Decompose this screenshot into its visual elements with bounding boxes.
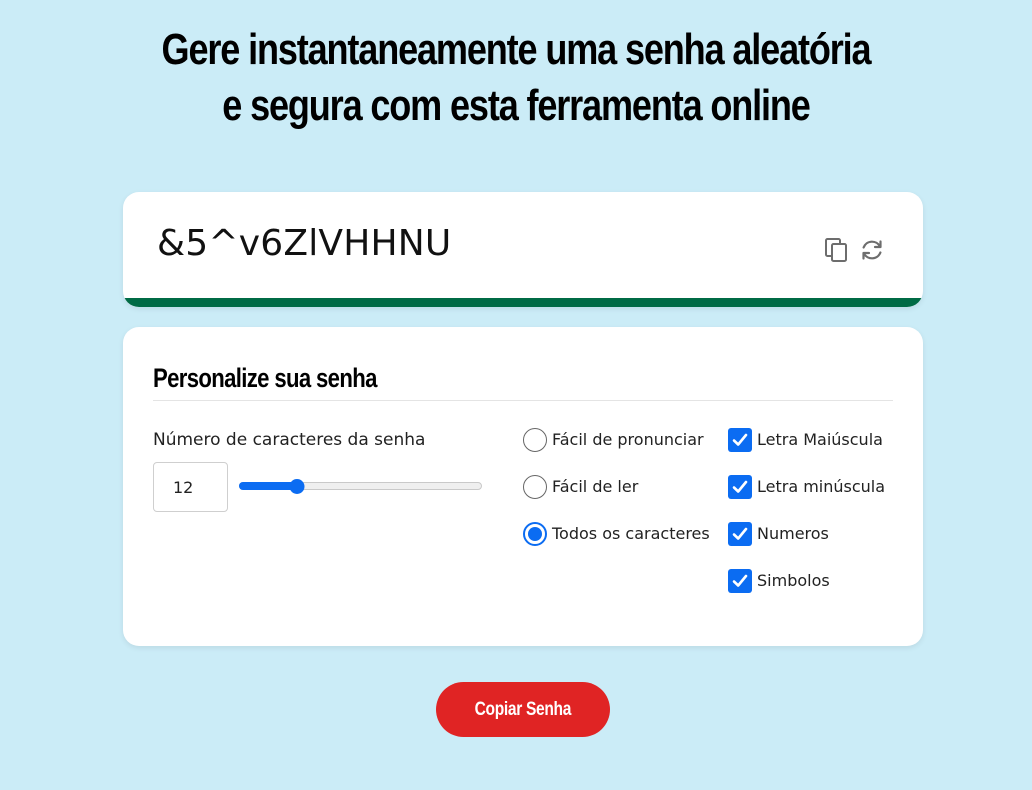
checkbox-uppercase[interactable]: Letra Maiúscula <box>728 427 883 453</box>
refresh-icon[interactable] <box>859 236 885 264</box>
radio-all-characters[interactable]: Todos os caracteres <box>523 521 710 547</box>
check-icon <box>732 480 748 493</box>
length-label: Número de caracteres da senha <box>153 430 426 450</box>
radio-button[interactable] <box>523 522 547 546</box>
checkbox-symbols[interactable]: Simbolos <box>728 568 830 594</box>
checkbox-numbers[interactable]: Numeros <box>728 521 829 547</box>
checkbox-lowercase[interactable]: Letra minúscula <box>728 474 885 500</box>
radio-button[interactable] <box>523 428 547 452</box>
slider-fill <box>239 482 298 490</box>
checkbox-label: Simbolos <box>757 571 830 590</box>
checkbox[interactable] <box>728 475 752 499</box>
check-icon <box>732 433 748 446</box>
options-title: Personalize sua senha <box>153 363 377 393</box>
options-divider <box>153 400 893 401</box>
checkbox-label: Numeros <box>757 524 829 543</box>
options-card: Personalize sua senha Número de caracter… <box>123 327 923 646</box>
radio-easy-to-say[interactable]: Fácil de pronunciar <box>523 427 704 453</box>
page-title-line-2: e segura com esta ferramenta online <box>222 81 811 130</box>
check-icon <box>732 527 748 540</box>
radio-label: Todos os caracteres <box>552 524 710 543</box>
password-strength-bar <box>123 298 923 307</box>
radio-label: Fácil de pronunciar <box>552 430 704 449</box>
radio-easy-to-read[interactable]: Fácil de ler <box>523 474 638 500</box>
page-title-line-1: Gere instantaneamente uma senha aleatóri… <box>161 25 872 74</box>
page-title: Gere instantaneamente uma senha aleatóri… <box>93 22 939 134</box>
checkbox[interactable] <box>728 569 752 593</box>
slider-thumb[interactable] <box>289 479 305 494</box>
length-input[interactable] <box>153 462 228 512</box>
checkbox[interactable] <box>728 428 752 452</box>
checkbox-label: Letra minúscula <box>757 477 886 496</box>
generated-password[interactable]: &5^v6ZlVHHNU <box>157 222 451 266</box>
checkbox-label: Letra Maiúscula <box>757 430 883 449</box>
copy-password-label: Copiar Senha <box>474 698 572 720</box>
radio-label: Fácil de ler <box>552 477 639 496</box>
copy-password-button[interactable]: Copiar Senha <box>436 682 610 737</box>
check-icon <box>732 574 748 587</box>
password-display-card: &5^v6ZlVHHNU <box>123 192 923 307</box>
checkbox[interactable] <box>728 522 752 546</box>
radio-button[interactable] <box>523 475 547 499</box>
length-slider[interactable] <box>239 477 482 497</box>
copy-icon[interactable] <box>823 236 849 264</box>
